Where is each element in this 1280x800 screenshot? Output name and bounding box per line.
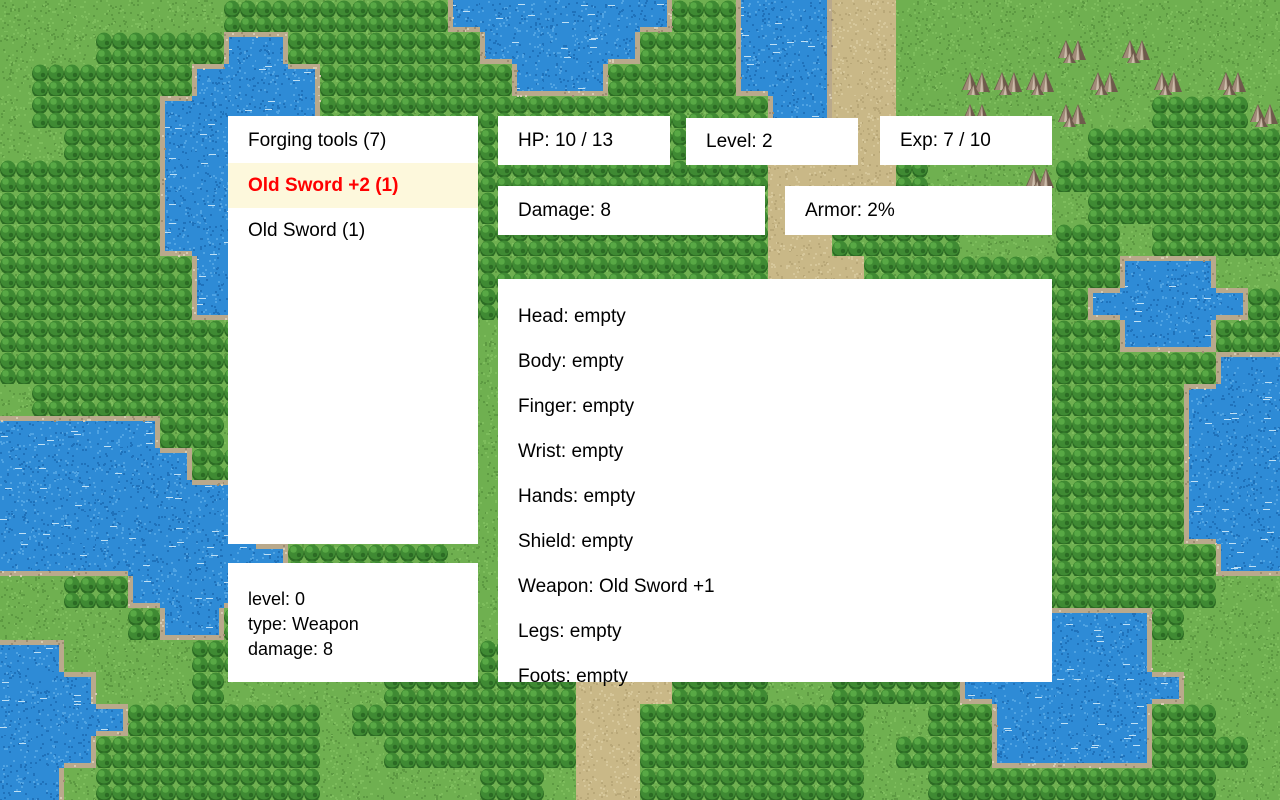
- stat-armor: Armor: 2%: [785, 186, 1052, 235]
- equipment-slot[interactable]: Body: empty: [518, 339, 1052, 384]
- equipment-slot[interactable]: Finger: empty: [518, 384, 1052, 429]
- stat-hp: HP: 10 / 13: [498, 116, 670, 165]
- inventory-item[interactable]: Forging tools (7): [228, 118, 478, 163]
- stat-exp: Exp: 7 / 10: [880, 116, 1052, 165]
- game-screen: Forging tools (7) Old Sword +2 (1) Old Swo…: [0, 0, 1280, 800]
- equipment-slot[interactable]: Legs: empty: [518, 609, 1052, 654]
- item-detail-line: level: 0: [248, 589, 306, 609]
- equipment-slot[interactable]: Foots: empty: [518, 654, 1052, 699]
- stat-damage: Damage: 8: [498, 186, 765, 235]
- equipment-slot[interactable]: Hands: empty: [518, 474, 1052, 519]
- equipment-panel[interactable]: Head: empty Body: empty Finger: empty Wrist…: [498, 279, 1052, 687]
- stat-exp-label: Exp: 7 / 10: [900, 129, 991, 151]
- equipment-slot[interactable]: Weapon: Old Sword +1: [518, 564, 1052, 609]
- stat-armor-label: Armor: 2%: [805, 199, 895, 221]
- stat-level-label: Level: 2: [706, 130, 773, 152]
- equipment-slot[interactable]: Shield: empty: [518, 519, 1052, 564]
- item-detail-line: damage: 8: [248, 639, 334, 659]
- item-detail-panel: level: 0 type: Weapon damage: 8: [228, 563, 478, 682]
- equipment-slot[interactable]: Wrist: empty: [518, 429, 1052, 474]
- inventory-item[interactable]: Old Sword (1): [228, 208, 478, 253]
- equipment-slot[interactable]: Head: empty: [518, 294, 1052, 339]
- item-detail-line: type: Weapon: [248, 614, 359, 634]
- stat-damage-label: Damage: 8: [518, 199, 611, 221]
- inventory-panel[interactable]: Forging tools (7) Old Sword +2 (1) Old Swo…: [228, 116, 478, 544]
- inventory-item[interactable]: Old Sword +2 (1): [228, 163, 478, 208]
- stat-level: Level: 2: [686, 118, 858, 165]
- stat-hp-label: HP: 10 / 13: [518, 129, 614, 151]
